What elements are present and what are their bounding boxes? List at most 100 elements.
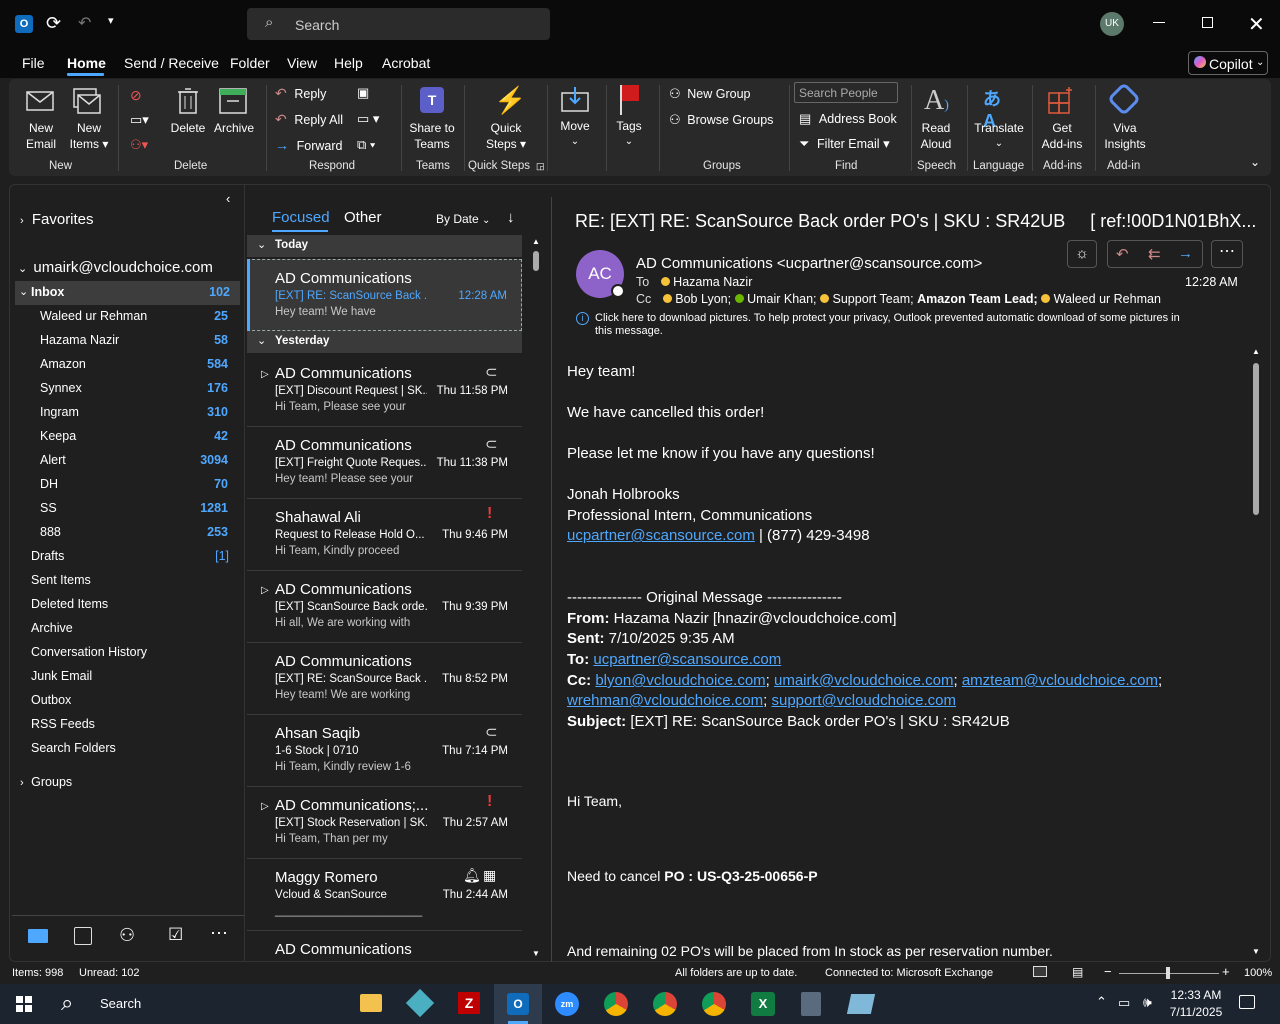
subfolder-item[interactable]: Keepa 42 (40, 429, 230, 449)
sync-icon[interactable]: ⟳ (46, 13, 61, 34)
outlook-taskbar-icon[interactable]: O (494, 984, 542, 1024)
zoom-slider-thumb[interactable] (1166, 967, 1170, 979)
new-email-button[interactable]: New Email (23, 85, 59, 151)
folder-item[interactable]: Deleted Items (31, 597, 108, 611)
list-item[interactable]: ▷ ⊂ AD Communications [EXT] Discount Reques… (247, 355, 522, 427)
subfolder-item[interactable]: Amazon 584 (40, 357, 230, 377)
more-respond-icon[interactable]: ⧉ ▾ (357, 137, 375, 153)
browse-groups-button[interactable]: ⚇ Browse Groups (669, 112, 773, 128)
avatar[interactable]: UK (1100, 12, 1124, 36)
yesterday-header[interactable]: ⌄ Yesterday (247, 331, 522, 353)
subfolder-item[interactable]: Waleed ur Rehman 25 (40, 309, 230, 329)
zoom-out-icon[interactable]: − (1104, 964, 1112, 979)
reading-view-icon[interactable]: ▤ (1072, 965, 1083, 979)
excel-icon[interactable]: X (751, 992, 775, 1016)
menu-folder[interactable]: Folder (230, 55, 270, 71)
inbox-folder[interactable]: ⌄ Inbox 102 (15, 281, 240, 305)
tasks-icon[interactable]: ☑ (168, 925, 183, 945)
search-people-input[interactable]: Search People (794, 82, 898, 103)
scroll-up-icon[interactable]: ▲ (532, 237, 540, 246)
list-item[interactable]: ▷! AD Communications;... [EXT] Stock Reser… (247, 787, 522, 859)
subfolder-item[interactable]: SS 1281 (40, 501, 230, 521)
menu-view[interactable]: View (287, 55, 317, 71)
move-button[interactable]: Move ⌄ (555, 85, 595, 151)
maximize-button[interactable] (1202, 17, 1213, 28)
translate-button[interactable]: あA Translate ⌄ (971, 85, 1027, 151)
menu-acrobat[interactable]: Acrobat (382, 55, 430, 71)
junk-icon[interactable]: ⚇▾ (130, 137, 148, 153)
scroll-thumb[interactable] (533, 251, 539, 271)
network-icon[interactable]: ▭ (1118, 995, 1130, 1011)
subfolder-item[interactable]: Ingram 310 (40, 405, 230, 425)
zoom-app-icon[interactable]: zm (555, 992, 579, 1016)
search-box[interactable]: ⌕ Search (247, 8, 550, 40)
subfolder-item[interactable]: DH 70 (40, 477, 230, 497)
reply-button[interactable]: ↶ Reply (275, 85, 326, 105)
ribbon-collapse-icon[interactable]: ⌄ (1250, 155, 1260, 169)
dialog-launcher-icon[interactable]: ◲ (536, 161, 545, 172)
subfolder-item[interactable]: Synnex 176 (40, 381, 230, 401)
list-item[interactable]: AD Communications [EXT] RE: ScanSource B… (247, 259, 522, 331)
folder-item[interactable]: Sent Items (31, 573, 91, 587)
minimize-button[interactable] (1153, 22, 1165, 23)
tags-button[interactable]: Tags ⌄ (611, 85, 647, 151)
taskbar-search-icon[interactable]: ⌕ (61, 990, 73, 1016)
tab-other[interactable]: Other (344, 209, 382, 226)
delete-button[interactable]: Delete (169, 85, 207, 151)
list-item[interactable]: 🔔︎ ▦ Maggy Romero Vcloud & ScanSource Thu 2:… (247, 859, 522, 931)
scroll-down-icon[interactable]: ▼ (532, 949, 540, 958)
list-item[interactable]: ⊂ Ahsan Saqib 1-6 Stock | 0710 Thu 7:14 PM H… (247, 715, 522, 787)
viva-insights-button[interactable]: Viva Insights (1100, 82, 1150, 151)
drafts-folder[interactable]: Drafts [1] (31, 549, 231, 569)
reading-scrollbar[interactable]: ▲ ▼ (1251, 347, 1261, 961)
calculator-icon[interactable] (801, 992, 821, 1016)
subfolder-item[interactable]: 888 253 (40, 525, 230, 545)
expand-conversation-icon[interactable]: ▷ (261, 585, 269, 596)
cc-recipient[interactable]: Amazon Team Lead; (917, 292, 1038, 306)
more-options-button[interactable]: ⋯ (1211, 240, 1243, 268)
scroll-up-icon[interactable]: ▲ (1252, 347, 1260, 356)
orig-cc-link[interactable]: blyon@vcloudchoice.com (595, 672, 765, 689)
mail-icon[interactable] (28, 929, 48, 943)
account-header[interactable]: ⌄ umairk@vcloudchoice.com (18, 259, 213, 276)
tab-focused[interactable]: Focused (272, 209, 330, 226)
new-group-button[interactable]: ⚇ New Group (669, 86, 751, 102)
sort-direction-icon[interactable]: ↓ (507, 209, 515, 226)
windows-start-icon[interactable] (16, 996, 32, 1012)
theme-toggle-button[interactable]: ☼ (1067, 240, 1097, 268)
orig-cc-link[interactable]: support@vcloudchoice.com (772, 692, 956, 709)
meeting-reply-icon[interactable]: ▣ (357, 85, 369, 101)
scroll-thumb[interactable] (1253, 363, 1259, 515)
menu-home[interactable]: Home (67, 55, 106, 71)
filezilla-icon[interactable]: Z (458, 992, 480, 1014)
folder-item[interactable]: RSS Feeds (31, 717, 95, 731)
more-apps-icon[interactable]: ⋯ (210, 923, 230, 944)
chevron-up-icon[interactable]: ⌃ (1096, 994, 1107, 1010)
expand-conversation-icon[interactable]: ▷ (261, 801, 269, 812)
app-icon[interactable] (846, 994, 876, 1014)
volume-icon[interactable]: 🕪 (1143, 994, 1152, 1011)
groups-header[interactable]: › Groups (20, 775, 72, 789)
reply-all-button[interactable]: ↶ Reply All (275, 111, 343, 131)
orig-to-link[interactable]: ucpartner@scansource.com (593, 651, 781, 668)
app-icon[interactable] (405, 988, 435, 1018)
menu-send-receive[interactable]: Send / Receive (124, 55, 219, 71)
ignore-icon[interactable]: ⊘ (130, 87, 142, 104)
subfolder-item[interactable]: Hazama Nazir 58 (40, 333, 230, 353)
customize-qat-icon[interactable]: ▾ (108, 14, 114, 27)
zoom-in-icon[interactable]: + (1222, 964, 1230, 979)
today-header[interactable]: ⌄ Today (247, 235, 522, 257)
cc-recipient[interactable]: Umair Khan; (747, 292, 816, 306)
expand-conversation-icon[interactable]: ▷ (261, 369, 269, 380)
collapse-nav-icon[interactable]: ‹ (226, 191, 230, 206)
get-addins-button[interactable]: Get Add-ins (1037, 85, 1087, 151)
notification-icon[interactable] (1239, 995, 1255, 1009)
list-item[interactable]: ▷ AD Communications [EXT] ScanSource Back … (247, 571, 522, 643)
reply-icon[interactable]: ↶ (1116, 245, 1129, 263)
menu-help[interactable]: Help (334, 55, 363, 71)
sort-dropdown[interactable]: By Date ⌄ (436, 212, 490, 226)
folder-item[interactable]: Outbox (31, 693, 71, 707)
forward-button[interactable]: → Forward (275, 137, 342, 157)
orig-cc-link[interactable]: umairk@vcloudchoice.com (774, 672, 953, 689)
orig-cc-link[interactable]: amzteam@vcloudchoice.com (962, 672, 1158, 689)
